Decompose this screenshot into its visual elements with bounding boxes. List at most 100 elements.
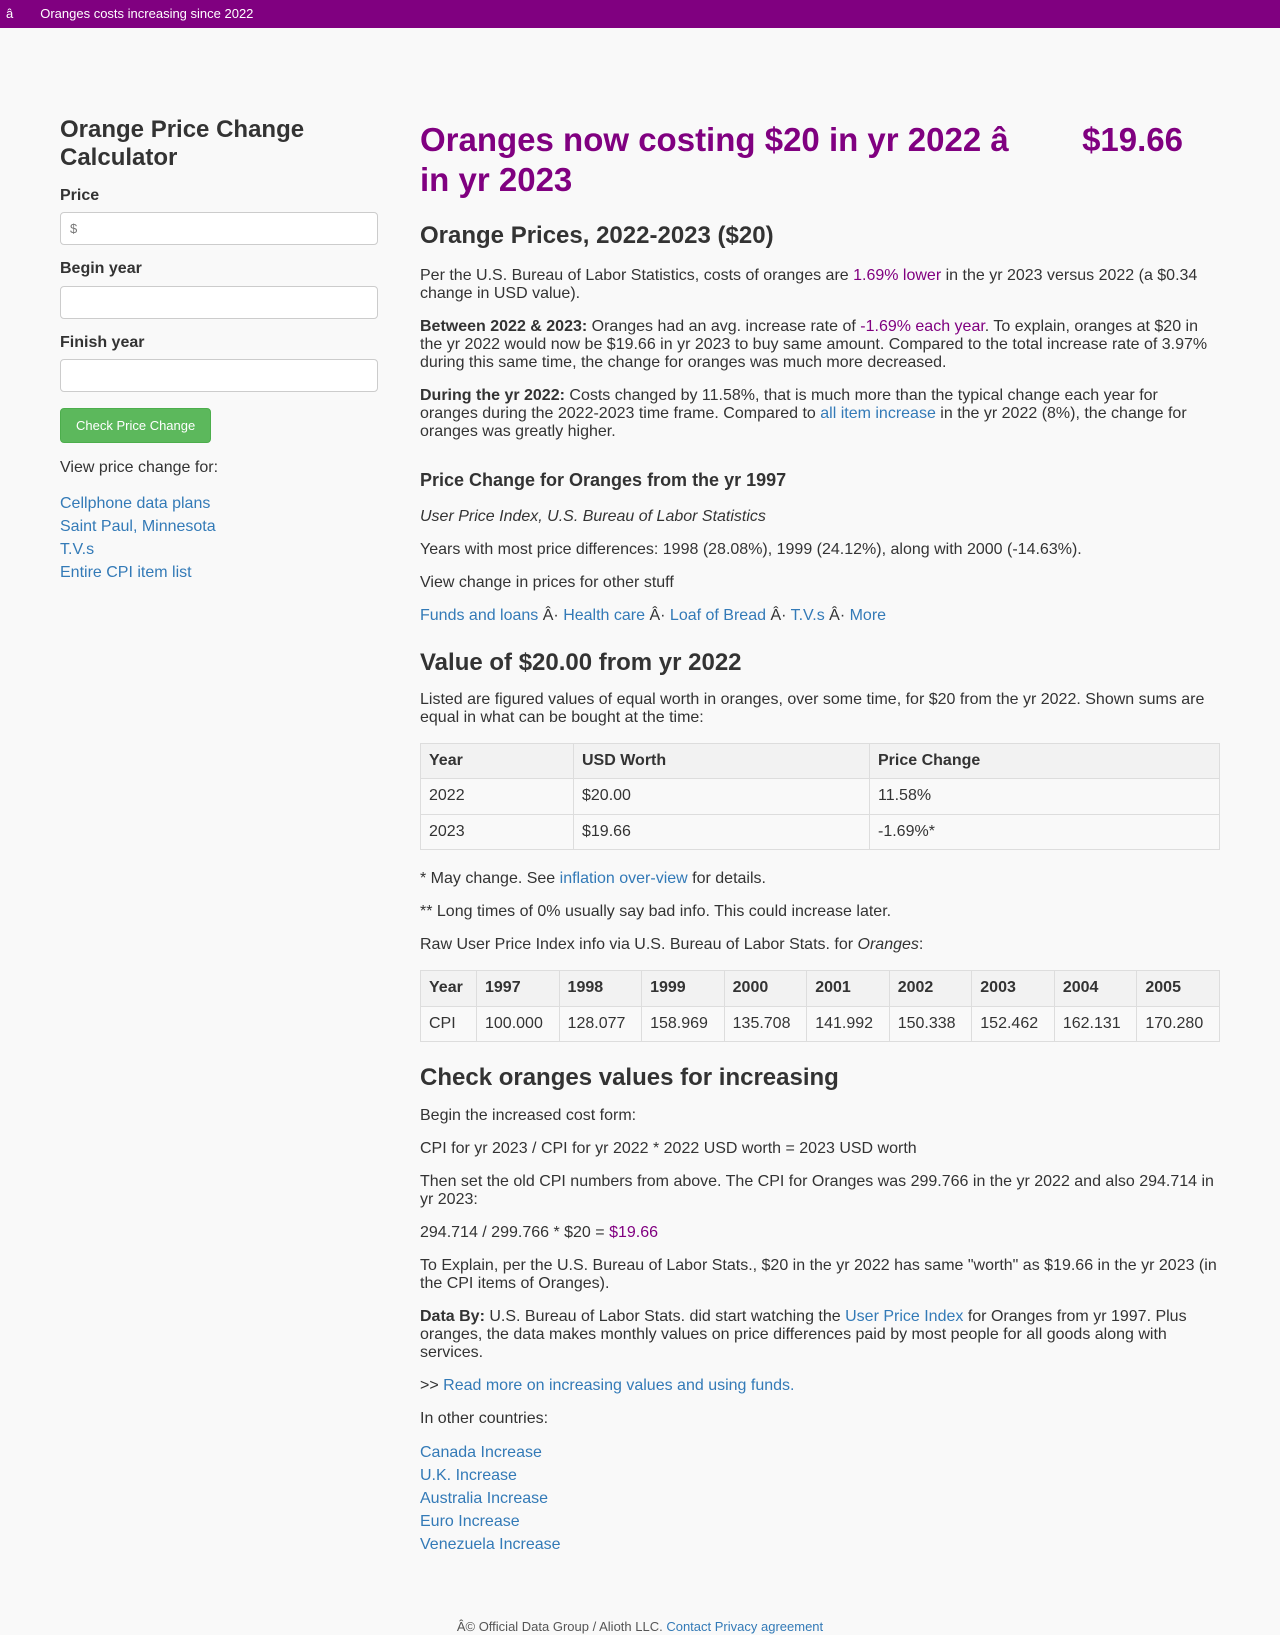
table-row: CPI 100.000 128.077 158.969 135.708 141.… bbox=[420, 1005, 1220, 1042]
between-bold: Between 2022 & 2023: bbox=[420, 318, 588, 335]
cpi-table: Year 1997 1998 1999 2000 2001 2002 2003 … bbox=[420, 970, 1220, 1042]
link-canada-increase[interactable]: Canada Increase bbox=[420, 1444, 542, 1461]
footer-privacy-link[interactable]: Privacy agreement bbox=[715, 1619, 823, 1634]
view-other-text: View change in prices for other stuff bbox=[420, 574, 674, 591]
other-countries-label: In other countries: bbox=[420, 1409, 549, 1427]
value-table-header: Year USD Worth Price Change bbox=[420, 742, 1220, 780]
value-description: Listed are figured values of equal worth… bbox=[420, 691, 1205, 726]
brand-logo[interactable]: â bbox=[6, 6, 13, 22]
link-australia-increase[interactable]: Australia Increase bbox=[420, 1490, 548, 1507]
col-price-change: Price Change bbox=[869, 742, 1220, 780]
footer-text: Â© Official Data Group / Alioth LLC. bbox=[456, 1619, 667, 1634]
footer: Â© Official Data Group / Alioth LLC. Con… bbox=[0, 1619, 1280, 1635]
raw-cpi-text-b: : bbox=[918, 936, 924, 954]
finish-year-input[interactable] bbox=[60, 359, 378, 393]
sidebar-link-saint-paul[interactable]: Saint Paul, Minnesota bbox=[60, 518, 216, 535]
read-more-prefix: >> bbox=[420, 1376, 444, 1394]
data-by-paragraph: Data By: U.S. Bureau of Labor Stats. did… bbox=[420, 1308, 1220, 1362]
price-label: Price bbox=[60, 187, 100, 204]
link-health-care[interactable]: Health care bbox=[563, 607, 645, 624]
sidebar-link-cpi-list[interactable]: Entire CPI item list bbox=[60, 564, 192, 581]
value-heading: Value of $20.00 from yr 2022 bbox=[420, 649, 742, 676]
check-price-change-button[interactable]: Check Price Change bbox=[60, 408, 212, 444]
begin-form-text: Begin the increased cost form: bbox=[420, 1106, 637, 1124]
calc-text: 294.714 / 299.766 * $20 = bbox=[420, 1223, 610, 1241]
read-more-link[interactable]: Read more on increasing values and using… bbox=[443, 1377, 794, 1394]
view-for-label: View price change for: bbox=[60, 459, 219, 477]
intro-text-a: Per the U.S. Bureau of Labor Statistics,… bbox=[420, 267, 854, 284]
link-euro-increase[interactable]: Euro Increase bbox=[420, 1513, 520, 1530]
sidebar-link-tvs[interactable]: T.V.s bbox=[60, 541, 94, 558]
link-venezuela-increase[interactable]: Venezuela Increase bbox=[420, 1536, 561, 1553]
link-tvs[interactable]: T.V.s bbox=[791, 607, 825, 624]
data-by-text-a: U.S. Bureau of Labor Stats. did start wa… bbox=[484, 1307, 846, 1325]
inflation-overview-link[interactable]: inflation over-view bbox=[560, 870, 688, 887]
table-cell: CPI bbox=[420, 1005, 477, 1042]
intro-highlight: 1.69% lower bbox=[853, 267, 942, 284]
table-cell: $20.00 bbox=[573, 778, 870, 815]
col-usd-worth: USD Worth bbox=[573, 742, 870, 780]
sidebar-link-cellphone[interactable]: Cellphone data plans bbox=[60, 495, 210, 512]
data-by-bold: Data By: bbox=[420, 1307, 485, 1325]
separator: Â· bbox=[766, 607, 791, 624]
table-row: 2022 $20.00 11.58% bbox=[420, 778, 1220, 815]
cpi-source-text: User Price Index, U.S. Bureau of Labor S… bbox=[420, 508, 766, 525]
table-row: 2023 $19.66 -1.69%* bbox=[420, 813, 1220, 851]
between-highlight: -1.69% each year bbox=[860, 318, 985, 335]
price-input[interactable] bbox=[60, 212, 378, 246]
price-change-heading: Price Change for Oranges from the yr 199… bbox=[420, 470, 787, 490]
cpi-col-2002: 2002 bbox=[888, 970, 973, 1007]
country-links: Canada Increase U.K. Increase Australia … bbox=[420, 1441, 1220, 1556]
table-cell: 141.992 bbox=[806, 1005, 890, 1042]
calc-result: $19.66 bbox=[609, 1223, 658, 1241]
calculation-text: 294.714 / 299.766 * $20 = $19.66 bbox=[420, 1224, 1220, 1242]
between-paragraph: Between 2022 & 2023: Oranges had an avg.… bbox=[420, 318, 1220, 372]
table-cell: -1.69%* bbox=[869, 813, 1220, 851]
most-diff-text: Years with most price differences: 1998 … bbox=[420, 541, 1082, 558]
read-more: >> Read more on increasing values and us… bbox=[420, 1377, 1220, 1395]
top-bar-title[interactable]: Oranges costs increasing since 2022 bbox=[40, 6, 253, 22]
all-item-increase-link[interactable]: all item increase bbox=[820, 405, 936, 422]
user-price-index-link[interactable]: User Price Index bbox=[845, 1308, 963, 1325]
cpi-col-2001: 2001 bbox=[806, 970, 890, 1007]
value-table: Year USD Worth Price Change 2022 $20.00 … bbox=[420, 742, 1220, 851]
begin-year-input[interactable] bbox=[60, 285, 378, 319]
page-title: Oranges now costing $20 in yr 2022 â $19… bbox=[420, 121, 1193, 198]
raw-cpi-em: Oranges bbox=[857, 936, 919, 954]
orange-prices-heading: Orange Prices, 2022-2023 ($20) bbox=[420, 222, 774, 249]
calculator-heading: Orange Price Change Calculator bbox=[60, 116, 305, 171]
cpi-col-2000: 2000 bbox=[723, 970, 808, 1007]
note1-text-a: * May change. See bbox=[420, 870, 560, 888]
other-stuff-links: Funds and loans Â· Health care Â· Loaf o… bbox=[420, 607, 1220, 625]
col-year: Year bbox=[420, 742, 574, 780]
check-values-heading: Check oranges values for increasing bbox=[420, 1063, 839, 1091]
note-may-change: * May change. See inflation over-view fo… bbox=[420, 870, 1220, 888]
link-funds-loans[interactable]: Funds and loans bbox=[420, 607, 538, 624]
table-cell: 158.969 bbox=[641, 1005, 725, 1042]
footer-contact-link[interactable]: Contact bbox=[666, 1619, 711, 1634]
link-more[interactable]: More bbox=[850, 607, 886, 624]
during-bold: During the yr 2022: bbox=[420, 387, 565, 404]
note-long-times: ** Long times of 0% usually say bad info… bbox=[420, 903, 892, 921]
table-cell: 170.280 bbox=[1136, 1005, 1220, 1042]
separator: Â· bbox=[824, 607, 850, 624]
begin-year-label: Begin year bbox=[60, 260, 142, 278]
between-text-a: Oranges had an avg. increase rate of bbox=[587, 318, 861, 335]
table-cell: 2022 bbox=[420, 778, 574, 815]
cpi-col-2005: 2005 bbox=[1136, 970, 1220, 1007]
table-cell: 128.077 bbox=[558, 1005, 643, 1042]
top-bar: â Oranges costs increasing since 2022 bbox=[0, 0, 1280, 28]
table-cell: 152.462 bbox=[971, 1005, 1055, 1042]
cpi-table-header: Year 1997 1998 1999 2000 2001 2002 2003 … bbox=[420, 970, 1220, 1007]
cpi-col-1997: 1997 bbox=[476, 970, 560, 1007]
table-cell: 150.338 bbox=[888, 1005, 973, 1042]
table-cell: 135.708 bbox=[723, 1005, 808, 1042]
cpi-col-2003: 2003 bbox=[971, 970, 1055, 1007]
cpi-col-1998: 1998 bbox=[558, 970, 643, 1007]
link-loaf-bread[interactable]: Loaf of Bread bbox=[670, 607, 766, 624]
sidebar: Orange Price Change Calculator Price Beg… bbox=[60, 88, 378, 584]
cpi-source: User Price Index, U.S. Bureau of Labor S… bbox=[420, 508, 1220, 526]
link-uk-increase[interactable]: U.K. Increase bbox=[420, 1467, 517, 1484]
table-cell: 2023 bbox=[420, 813, 574, 851]
raw-cpi-text-a: Raw User Price Index info via U.S. Burea… bbox=[420, 936, 858, 954]
